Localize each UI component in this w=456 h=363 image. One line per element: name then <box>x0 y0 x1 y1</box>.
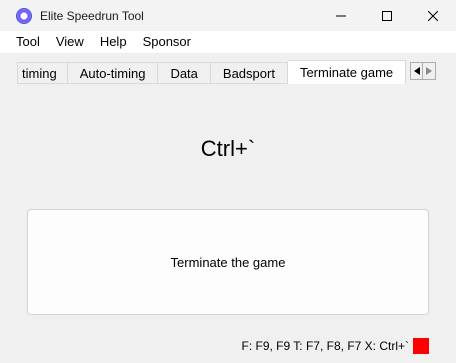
terminate-game-button[interactable]: Terminate the game <box>27 209 429 315</box>
close-button[interactable] <box>410 0 456 31</box>
minimize-icon <box>336 15 346 16</box>
terminate-game-button-label: Terminate the game <box>170 254 286 270</box>
menu-sponsor[interactable]: Sponsor <box>135 31 199 53</box>
status-bar: F: F9, F9 T: F7, F8, F7 X: Ctrl+` <box>0 336 456 356</box>
minimize-button[interactable] <box>318 0 364 31</box>
status-hotkeys-text: F: F9, F9 T: F7, F8, F7 X: Ctrl+` <box>241 339 409 353</box>
menu-help[interactable]: Help <box>92 31 135 53</box>
tab-badsport[interactable]: Badsport <box>210 62 288 84</box>
tab-scroll-buttons <box>410 62 436 80</box>
app-logo-icon <box>16 7 32 24</box>
hotkey-label: Ctrl+` <box>200 136 256 161</box>
tab-row: timing Auto-timing Data Badsport Termina… <box>17 60 407 84</box>
maximize-icon <box>382 10 392 21</box>
tab-timing[interactable]: timing <box>17 62 68 84</box>
window-title: Elite Speedrun Tool <box>40 8 144 23</box>
tab-data[interactable]: Data <box>158 62 211 84</box>
tab-scroll-left-button[interactable] <box>410 62 423 80</box>
window-controls <box>318 0 456 31</box>
tab-content-panel: Ctrl+` Terminate the game <box>17 84 439 335</box>
tab-auto-timing[interactable]: Auto-timing <box>67 62 159 84</box>
menu-view[interactable]: View <box>48 31 92 53</box>
close-icon <box>428 10 438 21</box>
status-indicator <box>413 338 429 354</box>
triangle-right-icon <box>426 67 432 75</box>
menu-bar: Tool View Help Sponsor <box>0 31 456 53</box>
tab-terminate-game[interactable]: Terminate game <box>287 60 407 84</box>
triangle-left-icon <box>413 67 420 75</box>
menu-tool[interactable]: Tool <box>8 31 48 53</box>
title-bar: Elite Speedrun Tool <box>0 0 456 31</box>
tab-scroll-right-button[interactable] <box>423 62 436 80</box>
maximize-button[interactable] <box>364 0 410 31</box>
